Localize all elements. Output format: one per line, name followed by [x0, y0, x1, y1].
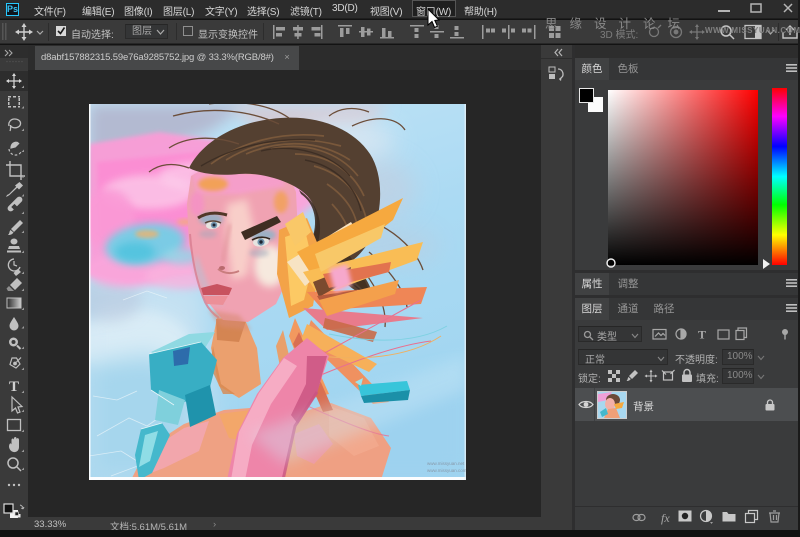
svg-text:T: T [9, 379, 19, 395]
svg-text:T: T [698, 328, 706, 342]
svg-text:fx: fx [661, 511, 670, 525]
svg-text:www.missyuan.com: www.missyuan.com [427, 468, 466, 473]
svg-text:www.missyuan.net: www.missyuan.net [427, 461, 465, 466]
